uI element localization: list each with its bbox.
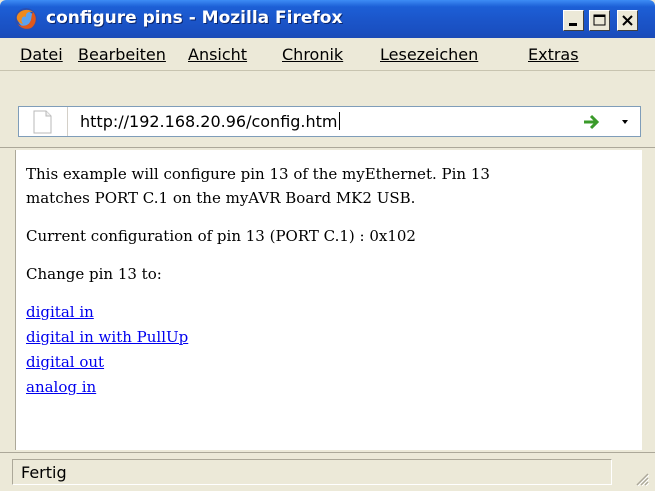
page-content: This example will configure pin 13 of th… <box>15 150 642 450</box>
option-links: digital in digital in with PullUp digita… <box>26 300 632 400</box>
page-icon <box>33 110 52 134</box>
go-arrow-icon[interactable] <box>582 113 600 131</box>
minimize-button[interactable] <box>563 10 584 31</box>
menu-datei-label: Datei <box>20 45 63 64</box>
menu-ansicht-label: Ansicht <box>188 45 248 64</box>
navigation-toolbar: http://192.168.20.96/config.htm <box>0 71 655 148</box>
maximize-button[interactable] <box>589 10 610 31</box>
link-analog-in[interactable]: analog in <box>26 375 632 400</box>
menu-extras[interactable]: Extras <box>528 45 579 64</box>
menu-lesezeichen[interactable]: Lesezeichen <box>380 45 478 64</box>
menu-ansicht[interactable]: Ansicht <box>188 45 247 64</box>
menu-bar: Datei Bearbeiten Ansicht Chronik Lesezei… <box>0 38 655 71</box>
menu-bearbeiten[interactable]: Bearbeiten <box>78 45 166 64</box>
firefox-icon <box>15 8 37 30</box>
close-button[interactable] <box>617 10 638 31</box>
intro-line-2: matches PORT C.1 on the myAVR Board MK2 … <box>26 189 416 207</box>
change-label: Change pin 13 to: <box>26 265 162 283</box>
window-title: configure pins - Mozilla Firefox <box>46 8 343 28</box>
menu-extras-label: Extras <box>528 45 579 64</box>
title-bar[interactable]: configure pins - Mozilla Firefox <box>0 0 655 38</box>
menu-bearbeiten-label: Bearbeiten <box>78 45 166 64</box>
menu-chronik[interactable]: Chronik <box>282 45 343 64</box>
menu-datei[interactable]: Datei <box>20 45 63 64</box>
status-text: Fertig <box>21 463 67 482</box>
minimize-icon <box>569 23 577 26</box>
address-bar[interactable]: http://192.168.20.96/config.htm <box>18 106 641 137</box>
link-digital-in[interactable]: digital in <box>26 300 632 325</box>
address-input[interactable]: http://192.168.20.96/config.htm <box>80 112 340 131</box>
menu-chronik-label: Chronik <box>282 45 344 64</box>
menu-lesezeichen-label: Lesezeichen <box>380 45 479 64</box>
address-url: http://192.168.20.96/config.htm <box>80 112 338 131</box>
link-digital-out[interactable]: digital out <box>26 350 632 375</box>
close-icon <box>622 15 633 26</box>
text-caret <box>338 112 340 130</box>
browser-window: configure pins - Mozilla Firefox Datei B… <box>0 0 655 491</box>
current-configuration: Current configuration of pin 13 (PORT C.… <box>26 227 416 245</box>
status-panel: Fertig <box>12 459 612 485</box>
dropdown-arrow-icon[interactable] <box>620 119 630 125</box>
intro-text: This example will configure pin 13 of th… <box>26 162 632 210</box>
address-separator <box>67 107 68 136</box>
link-digital-in-pullup[interactable]: digital in with PullUp <box>26 325 632 350</box>
status-bar: Fertig <box>0 452 655 491</box>
resize-grip-icon[interactable] <box>633 470 649 486</box>
maximize-icon <box>593 14 606 26</box>
intro-line-1: This example will configure pin 13 of th… <box>26 165 490 183</box>
